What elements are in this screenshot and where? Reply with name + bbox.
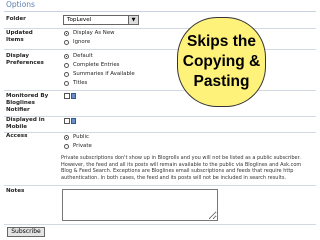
monitored-checkbox[interactable] xyxy=(64,93,70,99)
radio-button[interactable] xyxy=(64,63,69,68)
divider xyxy=(4,132,316,133)
radio-button[interactable] xyxy=(64,54,69,59)
divider xyxy=(4,90,316,91)
callout-text: Skips the Copying & Pasting xyxy=(182,33,261,90)
notes-textarea[interactable] xyxy=(62,189,218,221)
mobile-checkbox[interactable] xyxy=(64,118,70,124)
mobile-icon xyxy=(71,118,76,124)
updated-items-label: Updated Items xyxy=(6,30,33,43)
radio-button[interactable] xyxy=(64,31,69,36)
divider xyxy=(4,116,316,117)
radio-button[interactable] xyxy=(64,144,69,149)
radio-button[interactable] xyxy=(64,81,69,86)
notes-label: Notes xyxy=(6,188,25,194)
folder-label: Folder xyxy=(6,16,26,22)
divider xyxy=(4,185,316,186)
divider xyxy=(4,224,316,225)
radio-button[interactable] xyxy=(64,135,69,140)
divider xyxy=(4,49,316,50)
callout-bubble: Skips the Copying & Pasting xyxy=(177,17,266,107)
folder-select[interactable]: TopLevel ▼ xyxy=(63,15,139,25)
chevron-down-icon[interactable]: ▼ xyxy=(128,16,138,24)
radio-button[interactable] xyxy=(64,40,69,45)
access-note: Private subscriptions don't show up in B… xyxy=(61,155,302,182)
divider xyxy=(4,28,316,29)
display-preferences-label: Display Preferences xyxy=(6,53,44,66)
title-divider xyxy=(4,11,316,12)
notifier-icon xyxy=(71,93,76,99)
monitored-label: Monitored By Bloglines Notifier xyxy=(6,93,49,113)
folder-selected-value: TopLevel xyxy=(67,17,92,23)
page-title: Options xyxy=(6,0,35,9)
access-label: Access xyxy=(6,133,28,139)
subscribe-button[interactable]: Subscribe xyxy=(7,227,45,237)
mobile-label: Displayed in Mobile xyxy=(6,117,45,130)
radio-button[interactable] xyxy=(64,72,69,77)
